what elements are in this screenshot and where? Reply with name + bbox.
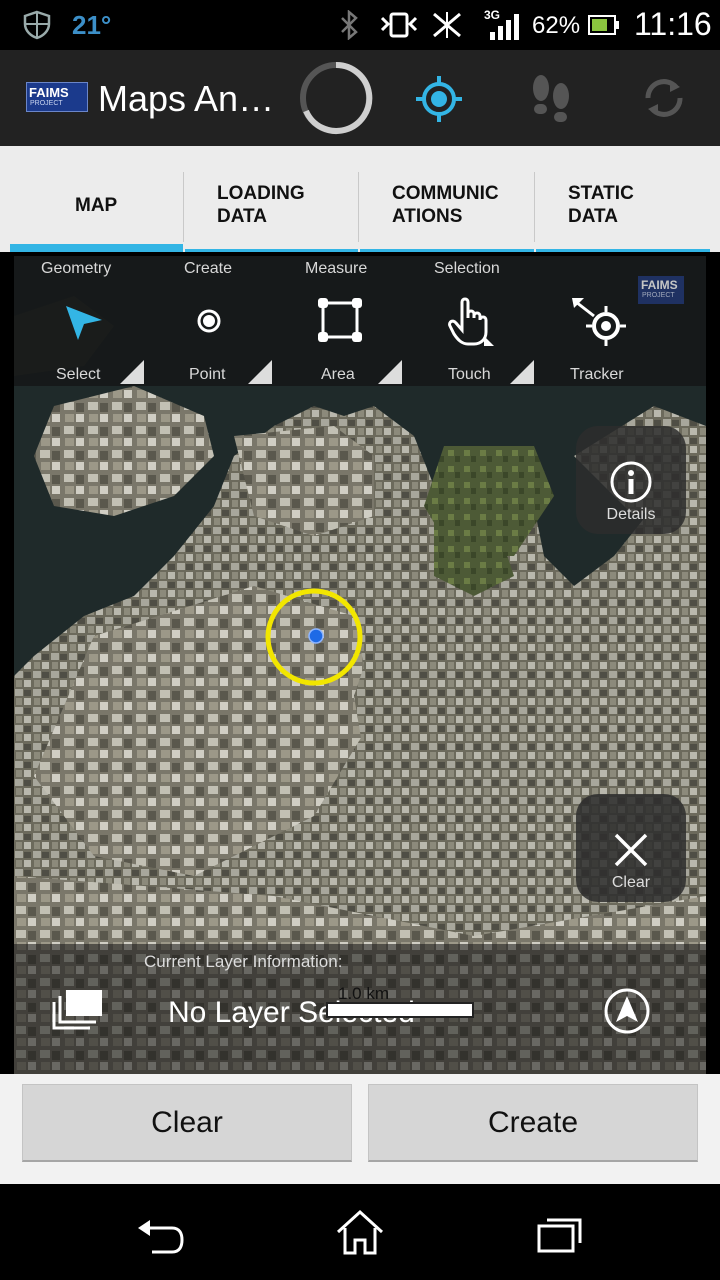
battery-percent: 62%: [532, 12, 581, 39]
tab-divider: [534, 172, 535, 242]
status-bar: 21° 3G 62% 11:16: [0, 0, 720, 50]
tab-underline: [536, 249, 710, 252]
submenu-indicator: [120, 360, 144, 384]
submenu-indicator: [510, 360, 534, 384]
gps-location-icon[interactable]: [414, 74, 464, 124]
back-icon[interactable]: [134, 1216, 186, 1256]
details-button[interactable]: Details: [576, 426, 686, 534]
close-icon: [614, 833, 648, 867]
scale-bar: [326, 1002, 474, 1018]
shield-icon: [23, 10, 51, 40]
group-label-create: Create: [184, 260, 233, 277]
faims-logo: FAIMS PROJECT: [26, 82, 88, 112]
tab-static-data[interactable]: STATIC DATA: [536, 146, 710, 252]
map-toolbar: Geometry Create Measure Selection FAIMS …: [14, 256, 706, 386]
tab-selected-indicator: [10, 244, 183, 252]
bluetooth-icon: [341, 10, 358, 40]
tab-map[interactable]: MAP: [10, 146, 183, 252]
clear-button[interactable]: Clear: [22, 1084, 352, 1162]
tab-underline: [360, 249, 534, 252]
tab-underline: [185, 249, 358, 252]
battery-icon: [588, 15, 619, 35]
clear-map-button[interactable]: Clear: [576, 794, 686, 902]
tool-area[interactable]: Area: [294, 292, 424, 386]
action-buttons-area: Clear Create: [0, 1074, 720, 1184]
nfc-off-icon: [433, 12, 461, 38]
tab-loading-data[interactable]: LOADING DATA: [185, 146, 358, 252]
home-icon[interactable]: [334, 1208, 386, 1256]
tool-select[interactable]: Select: [34, 292, 164, 386]
temperature-text: 21°: [72, 10, 112, 40]
tool-point[interactable]: Point: [164, 292, 294, 386]
tool-touch[interactable]: Touch: [424, 292, 554, 386]
current-location-dot: [308, 628, 324, 644]
submenu-indicator: [248, 360, 272, 384]
tab-bar: MAP LOADING DATA COMMUNIC ATIONS STATIC …: [0, 146, 720, 252]
tab-divider: [358, 172, 359, 242]
footsteps-icon[interactable]: [526, 72, 576, 124]
layer-info-heading: Current Layer Information:: [144, 952, 343, 971]
signal-icon: [490, 14, 519, 40]
tab-divider: [183, 172, 184, 242]
sync-icon[interactable]: [640, 74, 688, 122]
group-label-geometry: Geometry: [41, 260, 112, 277]
layer-info-bar: Current Layer Information: No Layer Sele…: [14, 944, 706, 1074]
app-title[interactable]: Maps An…: [98, 78, 274, 120]
tab-communications[interactable]: COMMUNIC ATIONS: [360, 146, 534, 252]
layers-icon[interactable]: [52, 988, 106, 1032]
loading-spinner: [300, 61, 373, 134]
map-view[interactable]: Geometry Create Measure Selection FAIMS …: [14, 256, 706, 1074]
recent-apps-icon[interactable]: [536, 1216, 584, 1254]
submenu-indicator: [378, 360, 402, 384]
vibrate-icon: [380, 12, 418, 38]
info-icon: [610, 461, 652, 503]
scale-label: 1.0 km: [338, 984, 390, 1003]
point-icon: [197, 309, 221, 333]
navigation-bar: [0, 1184, 720, 1280]
north-arrow-icon[interactable]: [602, 986, 652, 1036]
create-button[interactable]: Create: [368, 1084, 698, 1162]
clock: 11:16: [634, 6, 712, 42]
arrow-pointer-icon: [66, 306, 102, 340]
hand-touch-icon: [448, 297, 494, 346]
group-label-measure: Measure: [305, 260, 368, 277]
group-label-selection: Selection: [434, 260, 500, 277]
action-bar: FAIMS PROJECT Maps An…: [0, 50, 720, 146]
tool-tracker[interactable]: Tracker: [554, 292, 684, 386]
polygon-area-icon: [318, 298, 362, 342]
tracker-icon: [572, 298, 626, 346]
